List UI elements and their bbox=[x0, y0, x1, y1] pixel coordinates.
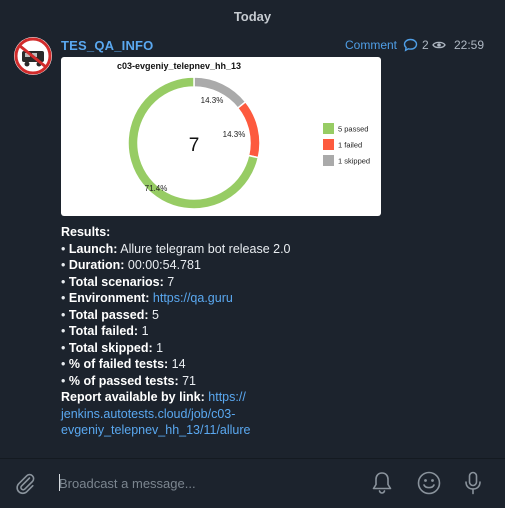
smile-icon[interactable] bbox=[416, 470, 442, 496]
scenarios-value: 7 bbox=[167, 274, 175, 289]
legend-swatch bbox=[323, 139, 334, 150]
legend-label: 1 failed bbox=[338, 141, 362, 150]
duration-label: Duration: bbox=[68, 258, 125, 272]
comment-bubble-icon[interactable] bbox=[403, 38, 418, 52]
environment-link[interactable]: https://qa.guru bbox=[153, 291, 233, 305]
failed-label: Total failed: bbox=[68, 324, 139, 338]
report-link-part-2[interactable]: jenkins.autotests.cloud/job/c03- bbox=[61, 407, 235, 421]
message-composer: Broadcast a message... bbox=[0, 458, 505, 508]
legend-swatch bbox=[323, 155, 334, 166]
passed-pct-label: % of passed tests: bbox=[68, 373, 179, 388]
skipped-value: 1 bbox=[156, 340, 164, 355]
environment-label: Environment: bbox=[68, 291, 150, 305]
allure-chart-image[interactable]: c03-evgeniy_telepnev_hh_13 7 71.4% 14.3% 1… bbox=[61, 57, 381, 216]
results-heading: Results: bbox=[61, 225, 111, 239]
slice-percent-label: 14.3% bbox=[223, 130, 246, 139]
slice-percent-label: 14.3% bbox=[201, 96, 224, 105]
skipped-label: Total skipped: bbox=[68, 340, 153, 355]
legend-label: 5 passed bbox=[338, 125, 368, 134]
failed-pct-value: 14 bbox=[171, 357, 186, 371]
comment-link[interactable]: Comment bbox=[345, 38, 397, 52]
passed-label: Total passed: bbox=[68, 307, 149, 322]
views-count: 2 bbox=[422, 38, 429, 52]
avatar-logo-icon bbox=[14, 37, 52, 75]
duration-value: 00:00:54.781 bbox=[127, 258, 201, 272]
failed-value: 1 bbox=[141, 324, 149, 338]
channel-avatar[interactable] bbox=[14, 37, 52, 75]
failed-pct-label: % of failed tests: bbox=[68, 357, 169, 371]
message-time: 22:59 bbox=[454, 38, 485, 52]
results-text: Results: • Launch: Allure telegram bot r… bbox=[61, 225, 291, 437]
eye-icon bbox=[432, 41, 446, 49]
bell-icon[interactable] bbox=[370, 470, 394, 496]
launch-label: Launch: bbox=[68, 241, 118, 256]
launch-value: Allure telegram bot release 2.0 bbox=[120, 241, 291, 256]
chart-title: c03-evgeniy_telepnev_hh_13 bbox=[117, 61, 241, 71]
legend-swatch bbox=[323, 123, 334, 134]
report-link-part-3[interactable]: evgeniy_telepnev_hh_13/11/allure bbox=[61, 423, 251, 437]
report-link-part-1[interactable]: https:// bbox=[208, 390, 246, 404]
slice-percent-label: 71.4% bbox=[145, 184, 168, 193]
chart-center-total: 7 bbox=[189, 135, 200, 156]
passed-pct-value: 71 bbox=[182, 373, 197, 388]
date-separator: Today bbox=[233, 9, 272, 24]
channel-name[interactable]: TES_QA_INFO bbox=[61, 38, 154, 53]
message-input[interactable]: Broadcast a message... bbox=[59, 476, 196, 491]
legend-label: 1 skipped bbox=[338, 157, 370, 166]
microphone-icon[interactable] bbox=[462, 470, 484, 496]
report-label: Report available by link: bbox=[61, 390, 205, 404]
scenarios-label: Total scenarios: bbox=[68, 274, 164, 289]
passed-value: 5 bbox=[152, 307, 159, 322]
donut-chart: c03-evgeniy_telepnev_hh_13 7 71.4% 14.3% 1… bbox=[117, 61, 370, 210]
paperclip-icon[interactable] bbox=[13, 471, 37, 495]
